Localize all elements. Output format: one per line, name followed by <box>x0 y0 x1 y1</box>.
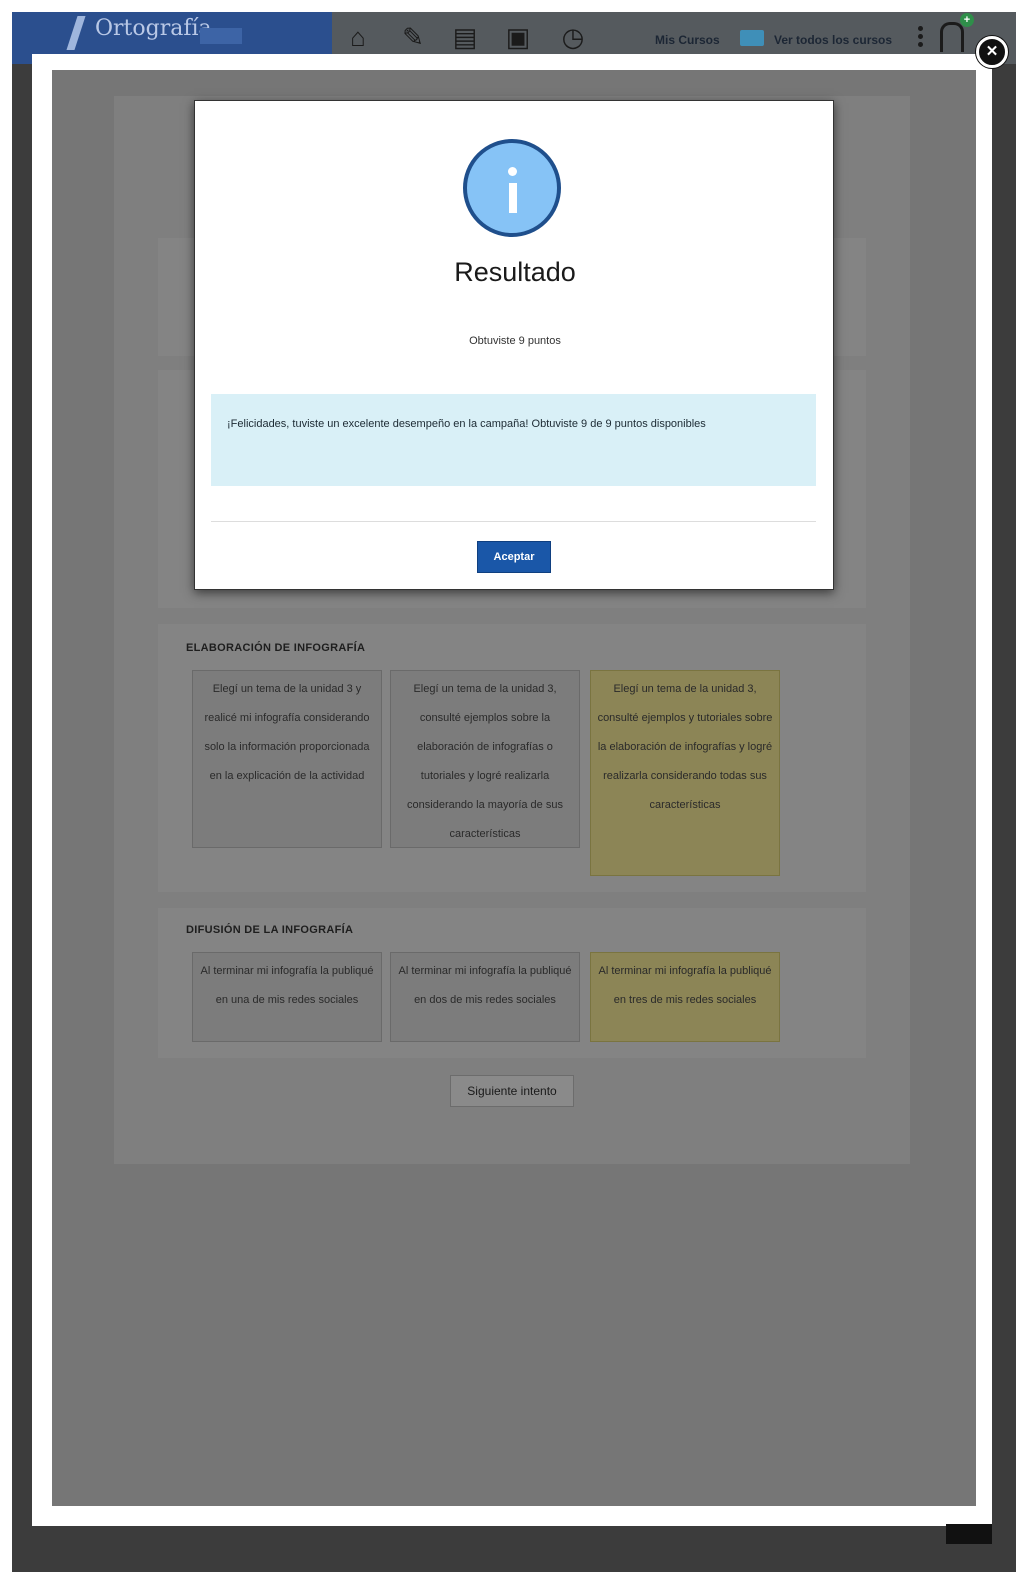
next-attempt-button[interactable]: Siguiente intento <box>450 1075 574 1107</box>
rubric-option-diffusion-3[interactable]: Al terminar mi infografía la publiqué en… <box>590 952 780 1042</box>
rubric-option-infographic-2[interactable]: Elegí un tema de la unidad 3, consulté e… <box>390 670 580 848</box>
edit-icon[interactable]: ✎ <box>398 22 428 52</box>
document-icon[interactable]: ▤ <box>450 22 480 52</box>
user-add-icon[interactable]: + <box>960 13 974 27</box>
result-modal: Resultado Obtuviste 9 puntos ¡Felicidade… <box>194 100 834 590</box>
rubric-option-diffusion-2[interactable]: Al terminar mi infografía la publiqué en… <box>390 952 580 1042</box>
more-options-icon[interactable] <box>918 26 924 50</box>
accept-button[interactable]: Aceptar <box>477 541 551 573</box>
section-title-diffusion: DIFUSIÓN DE LA INFOGRAFÍA <box>186 924 354 936</box>
info-icon <box>463 139 561 237</box>
close-icon[interactable]: ✕ <box>976 36 1008 68</box>
chat-icon[interactable]: ▣ <box>503 22 533 52</box>
user-icon[interactable] <box>940 22 964 52</box>
lightbox-bottom-tab <box>946 1524 992 1544</box>
home-icon[interactable]: ⌂ <box>343 22 373 52</box>
rubric-option-infographic-3[interactable]: Elegí un tema de la unidad 3, consulté e… <box>590 670 780 876</box>
modal-divider <box>211 521 816 522</box>
clock-icon[interactable]: ◷ <box>558 22 588 52</box>
points-text: Obtuviste 9 puntos <box>469 335 561 347</box>
folder-icon[interactable] <box>740 30 764 46</box>
rubric-option-infographic-1[interactable]: Elegí un tema de la unidad 3 y realicé m… <box>192 670 382 848</box>
brand-sub-mark <box>200 28 242 44</box>
rubric-option-diffusion-1[interactable]: Al terminar mi infografía la publiqué en… <box>192 952 382 1042</box>
my-courses-link[interactable]: Mis Cursos <box>655 33 720 47</box>
modal-title: Resultado <box>454 257 576 287</box>
all-courses-link[interactable]: Ver todos los cursos <box>774 33 892 47</box>
section-title-infographic: ELABORACIÓN DE INFOGRAFÍA <box>186 642 366 654</box>
result-alert: ¡Felicidades, tuviste un excelente desem… <box>211 394 816 486</box>
brand-name[interactable]: Ortografía <box>95 16 212 41</box>
